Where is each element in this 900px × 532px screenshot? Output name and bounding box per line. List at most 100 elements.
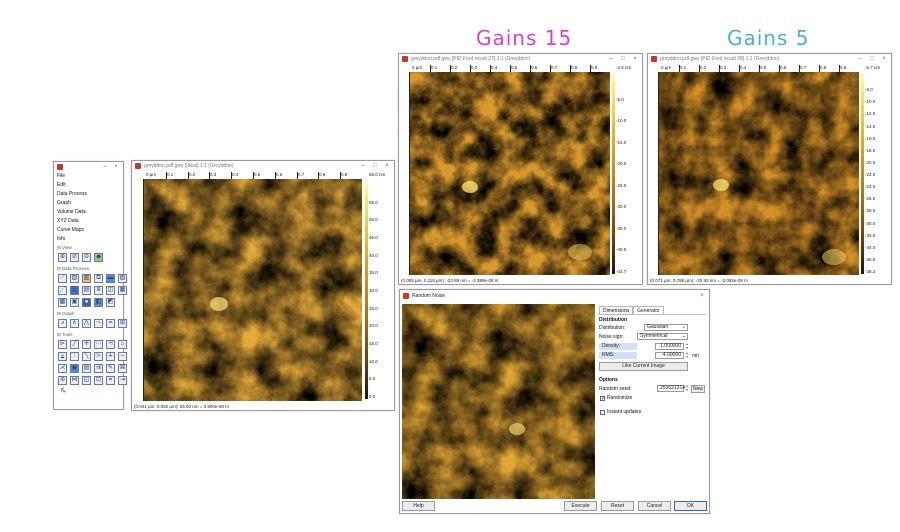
density-stepper[interactable]: ▲ ▼ <box>685 342 689 350</box>
roughness-icon[interactable]: ▣ <box>70 364 79 373</box>
density-input[interactable]: 1.000000 <box>655 343 684 350</box>
line-tool-icon[interactable]: ╲ <box>82 352 91 361</box>
menu-edit[interactable]: Edit <box>54 181 123 190</box>
presentation-icon[interactable]: ◩ <box>106 298 115 307</box>
zoom-fit-icon[interactable]: ⊘ <box>70 253 79 262</box>
grain-tool-icon[interactable]: ⏚ <box>106 352 115 361</box>
pen-icon[interactable]: ✎ <box>106 364 115 373</box>
color-range-tool-icon[interactable]: ▤ <box>82 364 91 373</box>
rms-stepper[interactable]: ▲ ▼ <box>685 351 689 359</box>
mask-editor-icon[interactable]: ⋌ <box>58 364 67 373</box>
spectro-icon[interactable]: ⌂ <box>118 340 127 349</box>
close-icon[interactable]: × <box>113 164 119 170</box>
sfunctions-icon[interactable]: ⋈ <box>70 376 79 385</box>
menu-file[interactable]: File <box>54 172 123 181</box>
selection-icon[interactable]: ⇉ <box>94 364 103 373</box>
graph-export-icon[interactable]: ⊞ <box>118 319 127 328</box>
ok-button[interactable]: OK <box>674 501 707 511</box>
zoom-tool-icon[interactable]: ⊡ <box>94 376 103 385</box>
zoom-out-icon[interactable]: ⊖ <box>82 253 91 262</box>
graph-cd-icon[interactable]: ⋀ <box>82 319 91 328</box>
execute-button[interactable]: Execute <box>564 501 597 511</box>
data-window-gains-15-titlebar[interactable]: greyddon.pdf.gwy [PID Ford result 27] 1:… <box>399 54 642 64</box>
correlation-icon[interactable]: ⊛ <box>58 376 67 385</box>
minimize-icon[interactable]: – <box>608 56 614 62</box>
close-icon[interactable]: × <box>384 163 390 169</box>
facet-level-icon[interactable]: ▧ <box>70 274 79 283</box>
spot-remove-icon[interactable]: ⌣ <box>118 352 127 361</box>
close-icon[interactable]: × <box>632 56 638 62</box>
dialog-titlebar[interactable]: Random Noise × <box>400 290 709 302</box>
distance-icon[interactable]: ╱ <box>70 340 79 349</box>
graph-fd-icon[interactable]: ⤳ <box>94 319 103 328</box>
polynomial-icon[interactable]: ⩤ <box>106 340 115 349</box>
close-icon[interactable]: × <box>881 56 887 62</box>
fraction-icon[interactable]: ⅞ <box>58 388 67 397</box>
like-current-image-button[interactable]: Like Current Image <box>599 362 688 371</box>
level-icon[interactable]: ⟋ <box>58 274 67 283</box>
read-value-icon[interactable]: ⊳ <box>58 340 67 349</box>
menu-xyz-data[interactable]: XYZ Data <box>54 217 123 226</box>
path-level-icon[interactable]: ⌘ <box>118 364 127 373</box>
height-map-image[interactable] <box>659 72 859 275</box>
help-button[interactable]: Help <box>402 501 435 511</box>
fft-icon[interactable]: ▩ <box>58 298 67 307</box>
menu-graph[interactable]: Graph <box>54 199 123 208</box>
profile-icon[interactable]: ⋯ <box>94 340 103 349</box>
data-window-gains-5-titlebar[interactable]: greyddon.pdf.gwy [PID Ford result 28] 1:… <box>648 54 891 64</box>
randomize-checkbox[interactable]: ✓ <box>600 396 605 402</box>
fix-zero-icon[interactable]: ▨ <box>118 274 127 283</box>
scars-icon[interactable]: ⋰ <box>58 286 67 295</box>
maximize-icon[interactable]: □ <box>869 56 875 62</box>
cancel-button[interactable]: Cancel <box>638 501 671 511</box>
graph-fit-icon[interactable]: ⩘ <box>58 319 67 328</box>
zoom-in-icon[interactable]: ⊕ <box>58 253 67 262</box>
sphere-icon[interactable]: ● <box>82 298 91 307</box>
rms-input[interactable]: 4.00000 <box>655 352 684 359</box>
color-scale-labels: 65.0 nm 55.0 50.0 45.0 40.0 35.0 30.0 25.0 20.0 1… <box>369 172 393 402</box>
maximize-icon[interactable]: □ <box>372 163 378 169</box>
rotate-tool-icon[interactable]: ≻ <box>94 352 103 361</box>
stat-icon[interactable]: ▤ <box>82 286 91 295</box>
grains-icon[interactable]: ▦ <box>118 286 127 295</box>
minimize-icon[interactable]: – <box>857 56 863 62</box>
noise-sign-select[interactable]: Symmetrical ⌄ <box>637 333 688 340</box>
height-map-image[interactable] <box>144 179 362 401</box>
exit-icon[interactable]: ⇥ <box>118 376 127 385</box>
minimize-icon[interactable]: – <box>360 163 366 169</box>
menu-data-process[interactable]: Data Process <box>54 190 123 199</box>
color-range-icon[interactable]: ▬ <box>106 274 115 283</box>
filter-tool-icon[interactable]: ⫶ <box>70 352 79 361</box>
data-window-ideal-titlebar[interactable]: greyddon.pdf.gwy [Ideal] 1:1 (Greyddon) … <box>132 161 394 171</box>
instant-updates-checkbox[interactable] <box>600 410 605 415</box>
shade-icon[interactable]: ◧ <box>94 298 103 307</box>
random-seed-input[interactable]: 253621314 <box>657 385 685 392</box>
minimize-icon[interactable]: – <box>102 164 108 170</box>
menu-volume-data[interactable]: Volume Data <box>54 208 123 217</box>
flip-icon[interactable]: ◫ <box>106 286 115 295</box>
horizontal-ruler: 0 µm 0.1 0.2 0.3 0.4 0.5 0.6 0.7 0.8 0.9 <box>410 65 610 72</box>
stats-tool-icon[interactable]: ⩣ <box>58 352 67 361</box>
maximize-icon[interactable]: □ <box>620 56 626 62</box>
toolbox-titlebar[interactable]: – × <box>54 162 123 172</box>
menu-curve-maps[interactable]: Curve Maps <box>54 226 123 235</box>
scale-tick-label: -12.0 <box>865 111 876 116</box>
distribution-select[interactable]: Gaussian ⌄ <box>644 324 688 331</box>
close-icon[interactable]: × <box>699 293 705 299</box>
rotate-icon[interactable]: ⧈ <box>94 286 103 295</box>
corner-icon[interactable]: ◱ <box>82 376 91 385</box>
boundary-icon[interactable]: ⌗ <box>106 376 115 385</box>
new-seed-button[interactable]: New <box>691 385 705 393</box>
height-map-image[interactable] <box>410 72 610 275</box>
crosshair-icon[interactable]: ✛ <box>82 340 91 349</box>
mask-icon[interactable]: ▣ <box>70 298 79 307</box>
rows-icon[interactable]: ☰ <box>70 286 79 295</box>
crop-icon[interactable]: ⧉ <box>94 274 103 283</box>
graph-level-icon[interactable]: ≂ <box>106 319 115 328</box>
menu-info[interactable]: Info <box>54 235 123 244</box>
random-seed-stepper[interactable]: ▲ ▼ <box>685 384 689 392</box>
reset-button[interactable]: Reset <box>601 501 634 511</box>
align-rows-icon[interactable]: ▥ <box>82 274 91 283</box>
graph-measure-icon[interactable]: ∧ <box>70 319 79 328</box>
3d-view-icon[interactable]: ◆ <box>94 253 103 262</box>
